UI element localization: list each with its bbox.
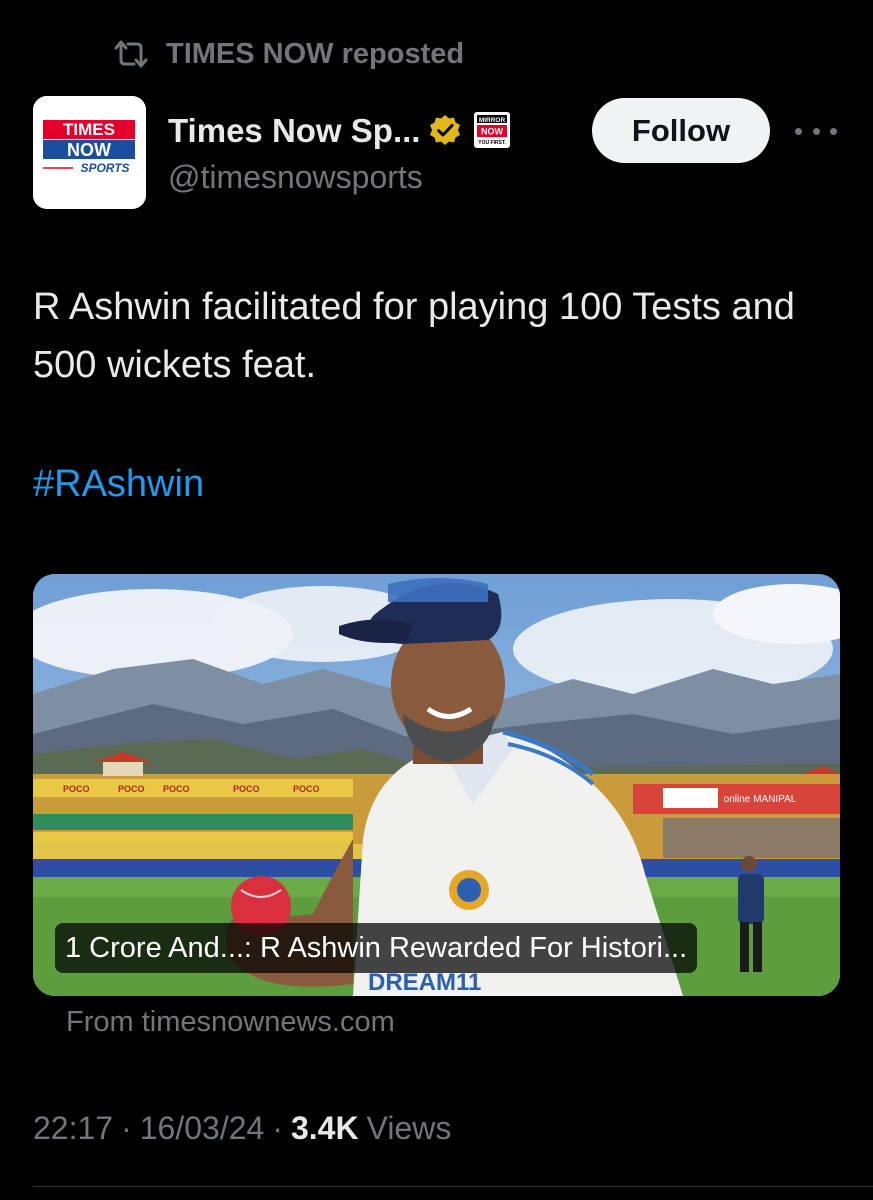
- stand-banner-text: online MANIPAL: [724, 794, 797, 805]
- views-count: 3.4K: [290, 1110, 359, 1146]
- meta-separator: ·: [121, 1110, 132, 1146]
- repost-label: TIMES NOW reposted: [166, 37, 465, 70]
- times-now-sports-logo-icon: TIMES NOW SPORTS: [33, 96, 146, 209]
- more-dot: [812, 127, 820, 135]
- author-display-name[interactable]: Times Now Sp...: [168, 114, 420, 147]
- stand-banner-text: POCO: [233, 784, 260, 794]
- tweet-text: R Ashwin facilitated for playing 100 Tes…: [33, 286, 795, 386]
- more-dot: [830, 127, 837, 135]
- affiliate-badge-line2: NOW: [481, 127, 504, 137]
- affiliate-badge-line3: YOU FIRST.: [479, 140, 507, 146]
- hashtag-link[interactable]: #RAshwin: [33, 455, 204, 513]
- divider: [33, 1186, 873, 1187]
- views-label: Views: [366, 1110, 452, 1146]
- stand-banner-text: POCO: [63, 784, 90, 794]
- repost-indicator[interactable]: TIMES NOW reposted: [112, 33, 464, 75]
- tweet-time[interactable]: 22:17: [33, 1110, 113, 1147]
- avatar-line1: TIMES: [63, 120, 115, 139]
- gold-verified-badge-icon[interactable]: [428, 113, 462, 147]
- link-card[interactable]: POCO POCO POCO POCO POCO online MANIPAL: [33, 574, 840, 996]
- author-info: Times Now Sp... MIRROR NOW YOU FIRST. @t…: [168, 107, 511, 193]
- more-options-icon[interactable]: [795, 118, 837, 144]
- mirror-now-affiliate-badge-icon[interactable]: MIRROR NOW YOU FIRST.: [470, 112, 511, 148]
- stand-banner-text: POCO: [293, 784, 320, 794]
- meta-separator: ·: [272, 1110, 283, 1146]
- follow-button[interactable]: Follow: [592, 98, 770, 163]
- tweet-meta: 22:17 · 16/03/24 · 3.4K Views: [33, 1110, 451, 1147]
- link-card-source[interactable]: From timesnownews.com: [66, 1006, 395, 1039]
- repost-icon: [112, 38, 150, 70]
- more-dot: [795, 127, 802, 135]
- stand-banner-text: POCO: [163, 784, 190, 794]
- avatar-line3: SPORTS: [80, 161, 129, 175]
- avatar-line2: NOW: [67, 140, 111, 160]
- avatar[interactable]: TIMES NOW SPORTS: [33, 96, 146, 209]
- jersey-sponsor-text: DREAM11: [368, 969, 481, 996]
- affiliate-badge-line1: MIRROR: [479, 117, 506, 124]
- stand-banner-text: POCO: [118, 784, 145, 794]
- tweet-date[interactable]: 16/03/24: [140, 1110, 265, 1147]
- link-card-title: 1 Crore And...: R Ashwin Rewarded For Hi…: [55, 923, 698, 973]
- author-handle[interactable]: @timesnowsports: [168, 161, 510, 193]
- author-name-row: Times Now Sp... MIRROR NOW YOU FIRST.: [168, 107, 511, 153]
